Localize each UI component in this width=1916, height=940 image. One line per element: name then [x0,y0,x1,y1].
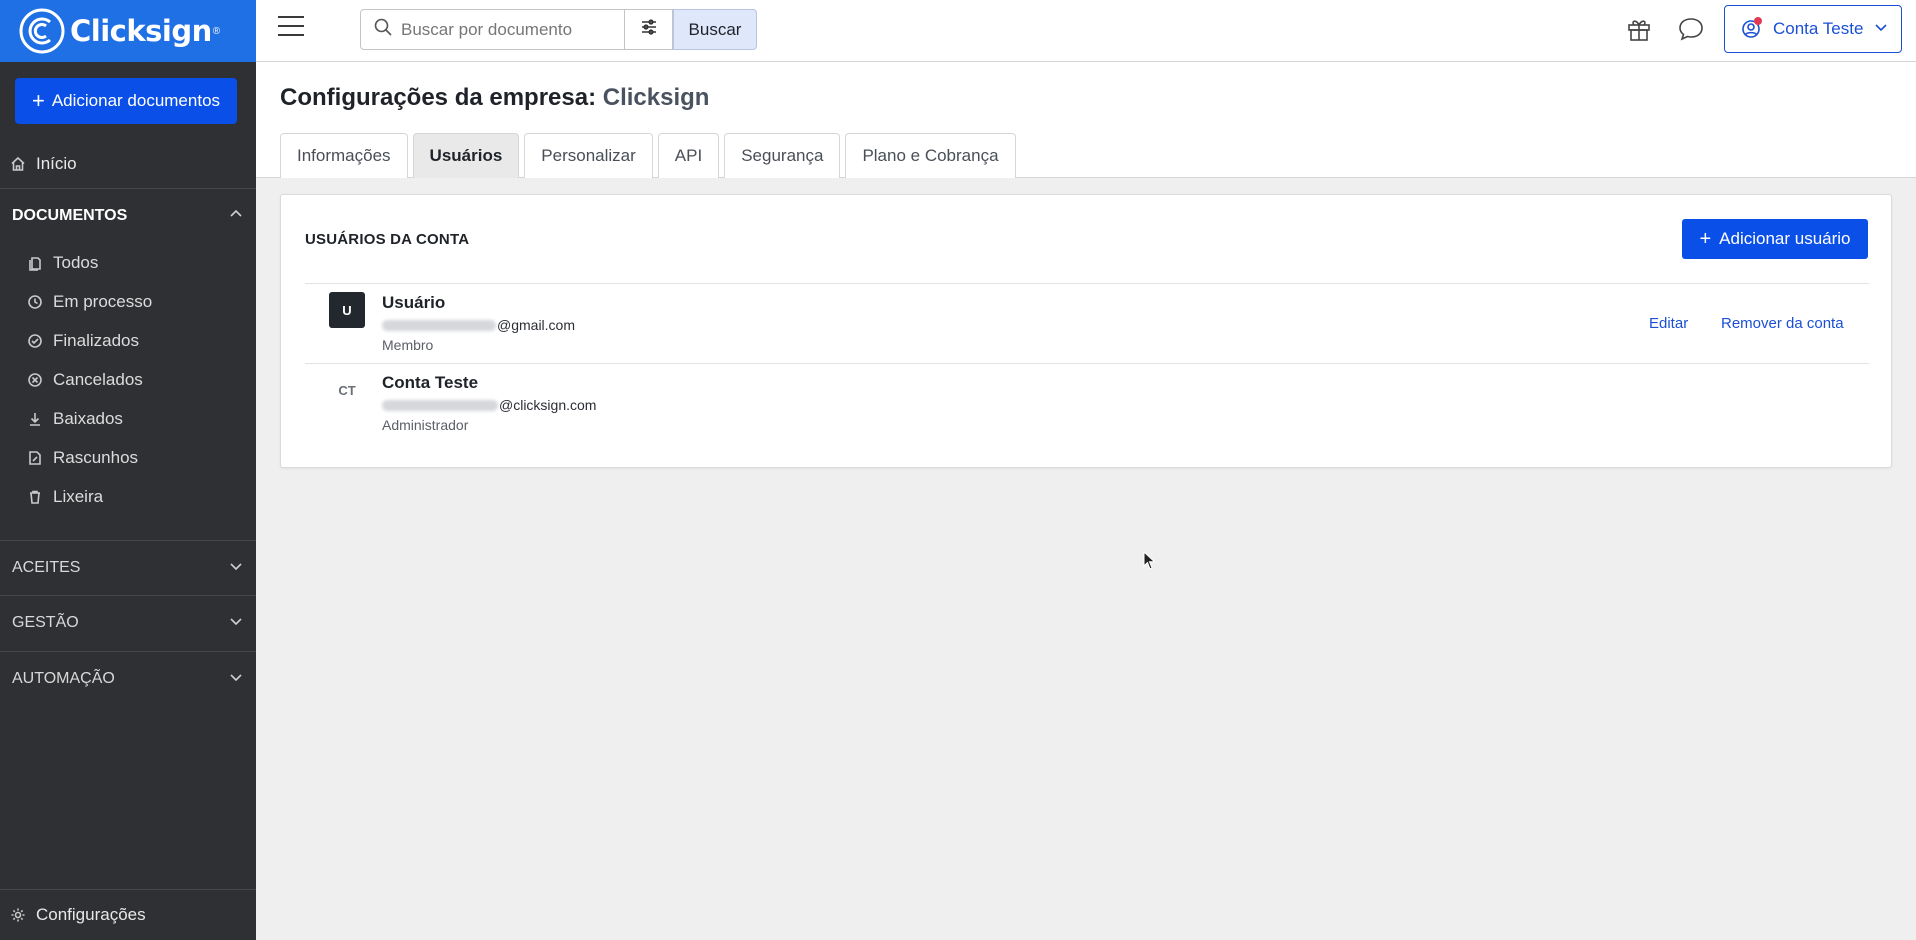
section-label: GESTÃO [12,614,79,631]
sidebar-item-finalizados[interactable]: Finalizados [0,321,256,360]
page-title: Configurações da empresa: Clicksign [280,84,709,112]
clicksign-logo-icon [19,8,65,54]
x-circle-icon [27,372,43,388]
account-name: Conta Teste [1773,19,1864,38]
tab-informacoes[interactable]: Informações [280,133,408,178]
home-icon [10,156,26,172]
redacted-email [382,399,498,411]
redacted-email [382,319,496,331]
menu-toggle-icon[interactable] [278,16,304,40]
add-documents-button[interactable]: + Adicionar documentos [15,78,237,124]
user-name: Conta Teste [382,373,479,392]
add-user-label: Adicionar usuário [1719,229,1851,248]
sidebar-item-rascunhos[interactable]: Rascunhos [0,438,256,477]
section-aceites[interactable]: ACEITES [0,541,256,595]
notification-dot [1754,17,1762,25]
chevron-down-icon [1873,19,1889,40]
chevron-down-icon [228,669,244,690]
sidebar-item-em-processo[interactable]: Em processo [0,282,256,321]
plus-icon: + [1699,228,1712,250]
chevron-down-icon [228,558,244,579]
tab-api[interactable]: API [657,133,720,178]
sidebar-item-label: Baixados [53,408,123,428]
topbar: Buscar Conta Teste [256,0,1916,62]
sidebar-item-label: Todos [53,252,99,272]
remove-user-link[interactable]: Remover da conta [1721,315,1844,332]
chevron-down-icon [228,613,244,634]
files-icon [27,255,43,271]
settings-tabs: Informações Usuários Personalizar API Se… [280,133,1021,178]
edit-user-link[interactable]: Editar [1649,315,1688,332]
user-email: @gmail.com [382,317,575,333]
section-label: AUTOMAÇÃO [12,670,115,687]
avatar: U [329,292,365,328]
sliders-icon [640,18,658,41]
sidebar-item-label: Configurações [36,905,146,924]
sidebar-item-todos[interactable]: Todos [0,243,256,282]
section-gestao[interactable]: GESTÃO [0,596,256,650]
add-user-button[interactable]: + Adicionar usuário [1682,219,1868,259]
tab-plano-cobranca[interactable]: Plano e Cobrança [845,133,1016,178]
search-box[interactable] [360,9,625,50]
brand-trademark: ® [212,25,221,37]
sidebar-item-label: Finalizados [53,330,139,350]
search-icon [373,17,393,42]
sidebar-item-label: Em processo [53,291,153,311]
mouse-cursor-icon [1143,551,1156,570]
company-name: Clicksign [602,84,710,111]
user-role: Administrador [382,417,469,433]
download-icon [27,411,43,427]
account-menu-button[interactable]: Conta Teste [1724,5,1902,53]
search-input[interactable] [401,19,621,40]
add-documents-label: Adicionar documentos [51,91,221,110]
email-domain: @clicksign.com [499,397,597,413]
user-name: Usuário [382,293,446,312]
gear-icon [10,907,26,923]
trash-icon [27,489,43,505]
user-row: U Usuário @gmail.com Membro Editar Remov… [305,283,1869,363]
chat-icon[interactable] [1677,16,1705,42]
section-label: ACEITES [12,559,81,576]
search-button[interactable]: Buscar [673,9,757,50]
documents-list: Todos Em processo Finalizados Cancelados… [0,243,256,516]
sidebar: Clicksign ® + Adicionar documentos Iníci… [0,0,256,940]
user-role: Membro [382,337,434,353]
sidebar-item-baixados[interactable]: Baixados [0,399,256,438]
tab-usuarios[interactable]: Usuários [412,133,520,178]
gift-icon[interactable] [1626,16,1652,42]
section-label: DOCUMENTOS [12,207,128,224]
brand-name: Clicksign [70,14,212,48]
draft-icon [27,450,43,466]
check-circle-icon [27,333,43,349]
users-card: USUÁRIOS DA CONTA + Adicionar usuário U … [280,194,1892,468]
search-bar: Buscar [360,9,757,50]
avatar: CT [338,382,356,398]
sidebar-item-label: Lixeira [53,486,104,506]
tab-seguranca[interactable]: Segurança [724,133,841,178]
section-documents[interactable]: DOCUMENTOS [0,189,256,243]
search-filter-button[interactable] [625,9,673,50]
user-email: @clicksign.com [382,397,596,413]
user-row: CT Conta Teste @clicksign.com Administra… [305,363,1869,443]
email-domain: @gmail.com [497,317,576,333]
brand-logo[interactable]: Clicksign ® [0,0,256,62]
page-title-prefix: Configurações da empresa: [280,84,597,111]
section-automacao[interactable]: AUTOMAÇÃO [0,652,256,706]
sidebar-item-lixeira[interactable]: Lixeira [0,477,256,516]
page-header: Configurações da empresa: Clicksign Info… [256,62,1916,178]
card-title: USUÁRIOS DA CONTA [305,231,470,248]
sidebar-item-label: Início [36,154,77,173]
sidebar-item-configuracoes[interactable]: Configurações [0,890,256,940]
chevron-up-icon [228,206,244,227]
plus-icon: + [31,88,45,113]
tab-personalizar[interactable]: Personalizar [524,133,653,178]
sidebar-item-label: Rascunhos [53,447,139,467]
sidebar-item-cancelados[interactable]: Cancelados [0,360,256,399]
sidebar-item-label: Cancelados [53,369,143,389]
clock-icon [27,294,43,310]
account-icon [1741,17,1762,39]
sidebar-item-home[interactable]: Início [0,150,256,178]
